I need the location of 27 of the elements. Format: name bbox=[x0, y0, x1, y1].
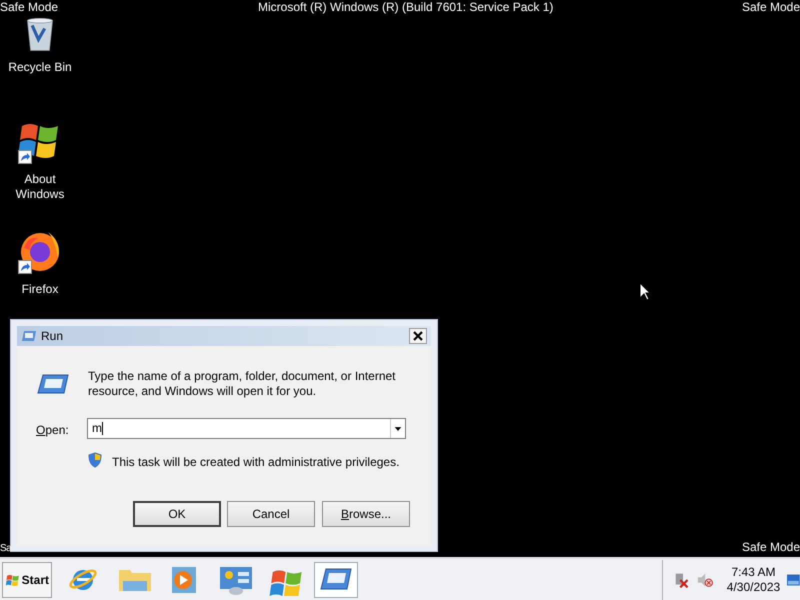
safe-mode-label: Safe Mode bbox=[0, 0, 58, 15]
clock[interactable]: 7:43 AM 4/30/2023 bbox=[722, 564, 786, 594]
shield-icon bbox=[88, 452, 102, 468]
safe-mode-label: Safe Mode bbox=[742, 540, 800, 555]
icon-label[interactable]: Recycle Bin bbox=[5, 60, 75, 75]
network-disconnected-icon[interactable] bbox=[673, 570, 690, 588]
safe-mode-label: Safe Mode bbox=[742, 0, 800, 15]
close-button[interactable] bbox=[409, 328, 427, 344]
open-label: Open: bbox=[36, 422, 69, 439]
icon-label[interactable]: About Windows bbox=[5, 172, 75, 202]
run-icon bbox=[37, 373, 69, 395]
show-desktop-icon[interactable] bbox=[787, 574, 800, 586]
windows-flag-icon bbox=[5, 573, 20, 586]
window-title: Run bbox=[41, 328, 64, 345]
dialog-button[interactable]: Cancel bbox=[227, 501, 315, 527]
dialog-button[interactable]: OK bbox=[133, 501, 221, 527]
privileges-note: This task will be created with administrative privileges. bbox=[112, 454, 400, 471]
close-icon bbox=[413, 331, 423, 341]
mouse-pointer-icon bbox=[639, 282, 651, 301]
build-title: Microsoft (R) Windows (R) (Build 7601: Service Pack 1) bbox=[258, 0, 554, 15]
icon-label[interactable]: Firefox bbox=[5, 282, 75, 297]
open-combo-box[interactable]: m bbox=[87, 418, 406, 439]
taskbar-button[interactable] bbox=[314, 562, 358, 598]
start-button[interactable]: Start bbox=[2, 562, 52, 598]
run-app-icon bbox=[21, 330, 37, 342]
instructions-text: Type the name of a program, folder, document, or Internet resource, and Windows will open it for you. bbox=[88, 369, 397, 399]
dialog-button[interactable]: Browse... bbox=[322, 501, 410, 527]
